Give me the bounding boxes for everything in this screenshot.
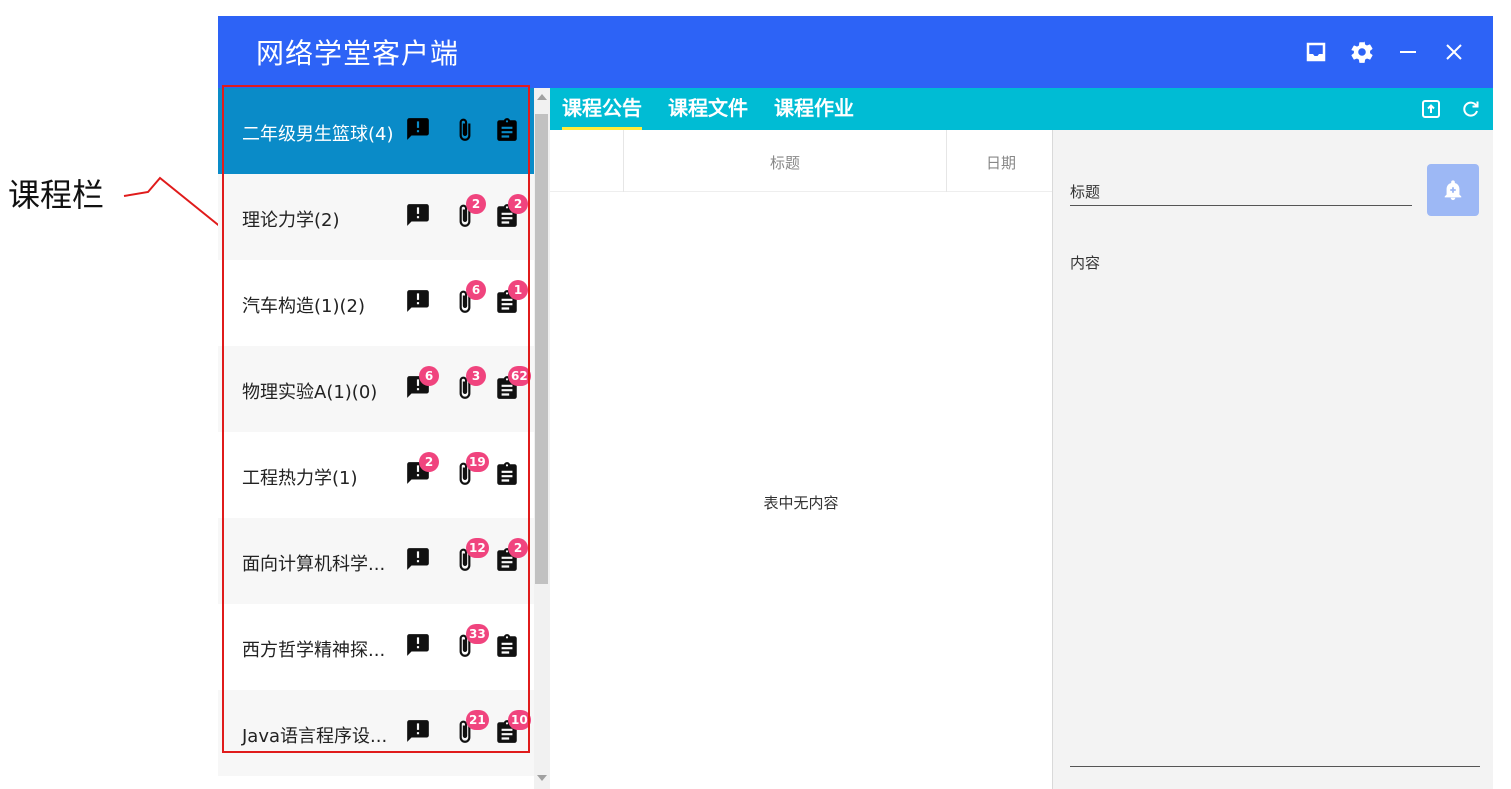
clipboard-count-badge: 10 [508,710,531,730]
course-item[interactable]: 物理实验A(1)(0) 6 3 62 [218,346,534,432]
course-name: 物理实验A(1)(0) [242,382,378,403]
course-item[interactable]: Java语言程序设... 21 10 [218,690,534,776]
clipboard-count-badge: 2 [508,194,528,214]
course-name: 面向计算机科学... [242,554,386,575]
column-header-date[interactable]: 日期 [986,152,1016,173]
attachment-icon[interactable]: 2 [452,194,486,232]
attachment-count-badge: 6 [466,280,486,300]
announcement-icon[interactable]: 6 [405,366,439,404]
course-item[interactable]: 工程热力学(1) 2 19 [218,432,534,518]
detail-panel: 标题 内容 [1053,130,1493,789]
announcement-icon[interactable]: 2 [405,452,439,490]
course-item[interactable]: 西方哲学精神探... 33 [218,604,534,690]
course-item[interactable]: 汽车构造(1)(2) 6 1 [218,260,534,346]
app-title: 网络学堂客户端 [256,37,460,70]
gear-icon[interactable] [1349,38,1375,66]
column-header-title[interactable]: 标题 [770,152,800,173]
content-field-underline [1070,766,1480,767]
clipboard-icon[interactable] [494,116,524,146]
announcement-count-badge: 6 [419,366,439,386]
attachment-count-badge: 12 [466,538,489,558]
announcement-icon[interactable] [405,202,435,232]
tab-files[interactable]: 课程文件 [668,88,748,130]
empty-table-message: 表中无内容 [763,494,839,512]
scroll-up-arrow-icon[interactable] [537,94,547,100]
tabs-bar: 课程公告 课程文件 课程作业 [550,88,1493,130]
clipboard-icon[interactable] [494,632,524,662]
column-separator [623,130,624,192]
announcement-icon[interactable] [405,546,435,576]
course-item[interactable]: 理论力学(2) 2 2 [218,174,534,260]
tab-homework[interactable]: 课程作业 [774,88,854,130]
clipboard-icon[interactable] [494,460,524,490]
clipboard-count-badge: 62 [508,366,531,386]
add-notification-button[interactable] [1427,164,1479,216]
attachment-count-badge: 2 [466,194,486,214]
minimize-icon[interactable] [1395,38,1421,66]
course-name: 西方哲学精神探... [242,640,386,661]
table-header: 标题 日期 [550,130,1052,192]
announcement-table: 标题 日期 表中无内容 [550,130,1052,789]
clipboard-icon[interactable]: 2 [494,194,528,232]
app-window: 网络学堂客户端 二年级男生篮球(4) 理论力学(2) 2 2 汽车构造(1)(2) 6 1 物… [218,16,1493,789]
course-name: 理论力学(2) [242,210,340,231]
attachment-icon[interactable]: 33 [452,624,489,662]
course-name: 二年级男生篮球(4) [242,124,394,145]
attachment-count-badge: 19 [466,452,489,472]
course-name: 汽车构造(1)(2) [242,296,365,317]
clipboard-icon[interactable]: 10 [494,710,531,748]
announcement-icon[interactable] [405,632,435,662]
refresh-icon[interactable] [1460,98,1482,120]
tab-announcements[interactable]: 课程公告 [562,88,642,130]
scrollbar-thumb[interactable] [535,114,548,584]
attachment-icon[interactable]: 3 [452,366,486,404]
content-field-label[interactable]: 内容 [1070,252,1100,273]
add-notification-icon [1444,180,1462,201]
title-field-label[interactable]: 标题 [1070,181,1100,202]
clipboard-icon[interactable]: 2 [494,538,528,576]
attachment-count-badge: 21 [466,710,489,730]
attachment-icon[interactable]: 19 [452,452,489,490]
announcement-icon[interactable] [405,288,435,318]
attachment-icon[interactable]: 12 [452,538,489,576]
course-sidebar: 二年级男生篮球(4) 理论力学(2) 2 2 汽车构造(1)(2) 6 1 物理实验A(1)(… [218,88,534,789]
attachment-count-badge: 33 [466,624,489,644]
annotation-label: 课程栏 [8,176,105,214]
course-item[interactable]: 面向计算机科学... 12 2 [218,518,534,604]
titlebar: 网络学堂客户端 [218,16,1493,88]
course-name: 工程热力学(1) [242,468,358,489]
window-controls [1303,38,1467,66]
clipboard-count-badge: 1 [508,280,528,300]
attachment-icon[interactable]: 21 [452,710,489,748]
clipboard-icon[interactable]: 62 [494,366,531,404]
announcement-icon[interactable] [405,718,435,748]
column-separator [946,130,947,192]
title-field-underline [1070,205,1412,206]
announcement-icon[interactable] [405,116,435,146]
announcement-count-badge: 2 [419,452,439,472]
attachment-icon[interactable]: 6 [452,280,486,318]
clipboard-count-badge: 2 [508,538,528,558]
attachment-count-badge: 3 [466,366,486,386]
sidebar-scrollbar[interactable] [534,88,550,789]
export-icon[interactable] [1420,98,1442,120]
clipboard-icon[interactable]: 1 [494,280,528,318]
attachment-icon[interactable] [452,116,482,146]
close-icon[interactable] [1441,38,1467,66]
inbox-icon[interactable] [1303,38,1329,66]
scroll-down-arrow-icon[interactable] [537,775,547,781]
course-name: Java语言程序设... [242,726,388,747]
course-item[interactable]: 二年级男生篮球(4) [218,88,534,174]
